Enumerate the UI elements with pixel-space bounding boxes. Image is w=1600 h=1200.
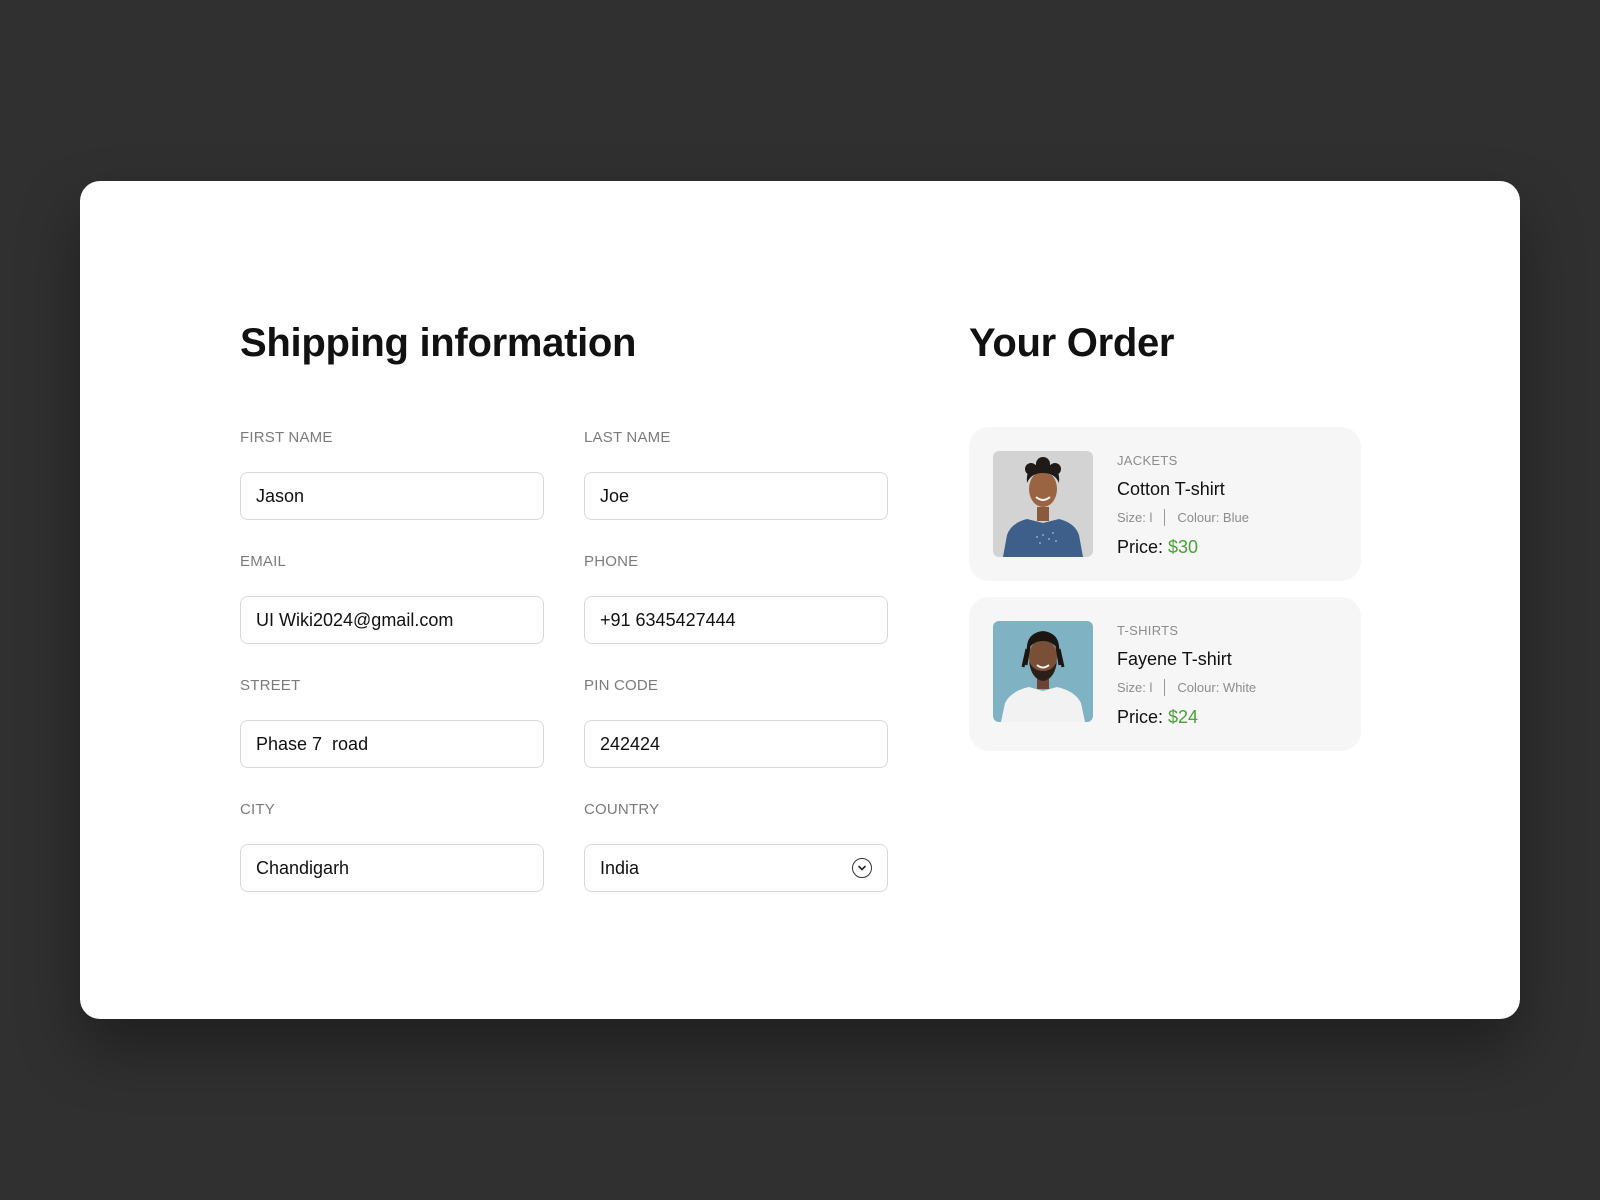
product-attributes: Size: l Colour: Blue bbox=[1117, 509, 1249, 526]
product-image bbox=[993, 621, 1093, 722]
phone-label: PHONE bbox=[584, 553, 639, 570]
street-group: STREET bbox=[240, 677, 544, 768]
first-name-group: FIRST NAME bbox=[240, 429, 544, 520]
email-label: EMAIL bbox=[240, 553, 287, 570]
product-category: T-SHIRTS bbox=[1117, 623, 1179, 638]
country-group: COUNTRY India bbox=[584, 801, 888, 892]
product-name: Cotton T-shirt bbox=[1117, 479, 1225, 499]
city-group: CITY bbox=[240, 801, 544, 892]
order-title: Your Order bbox=[969, 321, 1175, 365]
shipping-title: Shipping information bbox=[240, 321, 637, 365]
order-item: T-SHIRTS Fayene T-shirt Size: l Colour: … bbox=[969, 597, 1361, 751]
pin-code-input[interactable] bbox=[584, 720, 888, 768]
order-item: JACKETS Cotton T-shirt Size: l Colour: B… bbox=[969, 427, 1361, 581]
first-name-label: FIRST NAME bbox=[240, 429, 333, 446]
price-label: Price: bbox=[1117, 537, 1164, 557]
divider bbox=[1164, 509, 1166, 526]
last-name-label: LAST NAME bbox=[584, 429, 671, 446]
price-label: Price: bbox=[1117, 707, 1164, 727]
country-select[interactable]: India bbox=[584, 844, 888, 892]
last-name-input[interactable] bbox=[584, 472, 888, 520]
price-value: $30 bbox=[1168, 537, 1199, 557]
product-price: Price: $24 bbox=[1117, 707, 1256, 727]
city-label: CITY bbox=[240, 801, 275, 818]
phone-input[interactable] bbox=[584, 596, 888, 644]
product-info: T-SHIRTS Fayene T-shirt Size: l Colour: … bbox=[1117, 623, 1256, 727]
email-input[interactable] bbox=[240, 596, 544, 644]
divider bbox=[1164, 679, 1166, 696]
email-group: EMAIL bbox=[240, 553, 544, 644]
product-info: JACKETS Cotton T-shirt Size: l Colour: B… bbox=[1117, 453, 1249, 557]
pin-code-group: PIN CODE bbox=[584, 677, 888, 768]
price-value: $24 bbox=[1168, 707, 1199, 727]
last-name-group: LAST NAME bbox=[584, 429, 888, 520]
phone-group: PHONE bbox=[584, 553, 888, 644]
product-attributes: Size: l Colour: White bbox=[1117, 679, 1256, 696]
chevron-down-icon[interactable] bbox=[852, 858, 872, 878]
checkout-card: Shipping information FIRST NAME LAST NAM… bbox=[80, 181, 1520, 1019]
product-image bbox=[993, 451, 1093, 557]
city-input[interactable] bbox=[240, 844, 544, 892]
product-colour: Colour: Blue bbox=[1177, 510, 1249, 525]
country-label: COUNTRY bbox=[584, 801, 660, 818]
first-name-input[interactable] bbox=[240, 472, 544, 520]
pin-code-label: PIN CODE bbox=[584, 677, 659, 694]
product-colour: Colour: White bbox=[1177, 680, 1257, 695]
street-input[interactable] bbox=[240, 720, 544, 768]
country-value: India bbox=[600, 857, 640, 878]
product-name: Fayene T-shirt bbox=[1117, 649, 1232, 669]
street-label: STREET bbox=[240, 677, 301, 694]
product-price: Price: $30 bbox=[1117, 537, 1249, 557]
product-category: JACKETS bbox=[1117, 453, 1178, 468]
product-size: Size: l bbox=[1117, 510, 1153, 525]
product-size: Size: l bbox=[1117, 680, 1153, 695]
